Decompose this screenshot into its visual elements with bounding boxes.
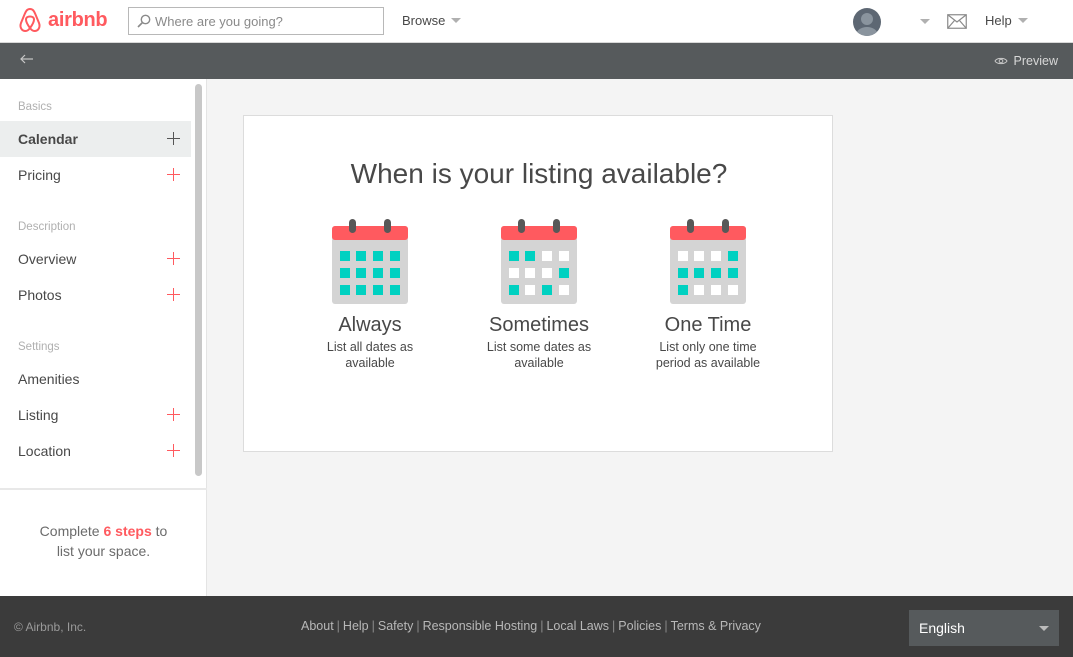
- avatar[interactable]: [853, 8, 881, 36]
- language-select[interactable]: English: [909, 610, 1059, 646]
- separator: |: [664, 619, 668, 633]
- sidebar-item-listing[interactable]: Listing: [0, 397, 191, 433]
- option-description: List some dates as available: [486, 340, 592, 370]
- sidebar: Basics Calendar Pricing Description Over…: [0, 79, 207, 596]
- sidebar-item-label: Overview: [18, 251, 77, 267]
- section-label-basics: Basics: [18, 101, 52, 113]
- sidebar-item-label: Pricing: [18, 167, 61, 183]
- plus-icon: [167, 168, 180, 181]
- steps-count: 6 steps: [103, 523, 152, 539]
- search-box[interactable]: [128, 7, 384, 35]
- sidebar-item-overview[interactable]: Overview: [0, 241, 191, 277]
- footer-link-policies[interactable]: Policies: [618, 619, 661, 633]
- steps-suffix: to: [151, 523, 168, 539]
- footer-link-safety[interactable]: Safety: [378, 619, 413, 633]
- plus-icon: [167, 408, 180, 421]
- preview-label: Preview: [1013, 54, 1058, 68]
- option-one-time[interactable]: One Time List only one time period as av…: [633, 216, 783, 371]
- option-title: Always: [338, 314, 402, 336]
- chevron-down-icon: [1039, 626, 1049, 631]
- footer-link-about[interactable]: About: [301, 619, 334, 633]
- sidebar-item-photos[interactable]: Photos: [0, 277, 191, 313]
- listing-toolbar: Preview: [0, 43, 1073, 79]
- user-avatar-icon: [856, 13, 878, 36]
- sidebar-item-location[interactable]: Location: [0, 433, 191, 469]
- section-label-description: Description: [18, 221, 76, 233]
- help-menu[interactable]: Help: [985, 13, 1028, 28]
- separator: |: [371, 619, 375, 633]
- footer-link-terms-privacy[interactable]: Terms & Privacy: [671, 619, 761, 633]
- back-button[interactable]: [20, 52, 34, 71]
- plus-icon: [167, 288, 180, 301]
- plus-icon: [167, 444, 180, 457]
- availability-card: When is your listing available? Always L…: [243, 115, 833, 452]
- separator: |: [416, 619, 420, 633]
- help-label: Help: [985, 13, 1012, 28]
- page-title: When is your listing available?: [350, 158, 728, 189]
- section-label-settings: Settings: [18, 341, 60, 353]
- sidebar-item-pricing[interactable]: Pricing: [0, 157, 191, 193]
- preview-button[interactable]: Preview: [993, 54, 1058, 68]
- footer-link-help[interactable]: Help: [343, 619, 369, 633]
- chevron-down-icon[interactable]: [920, 19, 930, 24]
- separator: |: [612, 619, 616, 633]
- mail-icon: [947, 14, 967, 29]
- airbnb-logo-icon: [19, 7, 41, 33]
- option-title: One Time: [664, 314, 752, 336]
- logo-text: airbnb: [48, 8, 108, 31]
- calendar-one-time-icon: [670, 219, 746, 304]
- plus-icon: [167, 132, 180, 145]
- messages-button[interactable]: [947, 14, 967, 34]
- divider: [0, 488, 207, 490]
- option-title: Sometimes: [488, 314, 590, 336]
- sidebar-item-label: Location: [18, 443, 71, 459]
- sidebar-item-label: Listing: [18, 407, 59, 423]
- arrow-left-icon: [20, 54, 33, 64]
- chevron-down-icon: [1017, 18, 1028, 23]
- separator: |: [540, 619, 544, 633]
- search-icon: [137, 14, 151, 28]
- sidebar-item-label: Amenities: [18, 371, 80, 387]
- option-description: List all dates as available: [326, 340, 414, 370]
- calendar-sometimes-icon: [501, 219, 577, 304]
- option-always[interactable]: Always List all dates as available: [295, 216, 445, 371]
- browse-label: Browse: [402, 13, 446, 28]
- steps-line2: list your space.: [56, 543, 151, 559]
- footer-link-local-laws[interactable]: Local Laws: [546, 619, 609, 633]
- footer-links: About | Help | Safety | Responsible Hosting…: [301, 619, 761, 633]
- chevron-down-icon: [451, 18, 462, 23]
- sidebar-item-amenities[interactable]: Amenities: [0, 361, 191, 397]
- plus-icon: [167, 252, 180, 265]
- copyright: © Airbnb, Inc.: [14, 620, 87, 634]
- sidebar-scrollbar[interactable]: [195, 84, 202, 476]
- calendar-always-icon: [332, 219, 408, 304]
- airbnb-logo[interactable]: airbnb: [18, 6, 108, 34]
- search-input[interactable]: [155, 13, 375, 29]
- sidebar-item-calendar[interactable]: Calendar: [0, 121, 191, 157]
- separator: |: [336, 619, 340, 633]
- browse-menu[interactable]: Browse: [402, 13, 462, 28]
- sidebar-item-label: Photos: [18, 287, 62, 303]
- top-header: airbnb Browse Help: [0, 0, 1073, 43]
- sidebar-item-label: Calendar: [18, 131, 78, 147]
- steps-prefix: Complete: [39, 523, 104, 539]
- eye-icon: [993, 57, 1008, 65]
- footer-link-responsible-hosting[interactable]: Responsible Hosting: [423, 619, 538, 633]
- language-value: English: [919, 620, 965, 636]
- option-description: List only one time period as available: [655, 340, 761, 370]
- footer: © Airbnb, Inc. About | Help | Safety | Resp…: [0, 596, 1073, 657]
- steps-remaining: Complete 6 steps to list your space.: [0, 521, 207, 561]
- sidebar-nav: Basics Calendar Pricing Description Over…: [0, 79, 191, 489]
- option-sometimes[interactable]: Sometimes List some dates as available: [464, 216, 614, 371]
